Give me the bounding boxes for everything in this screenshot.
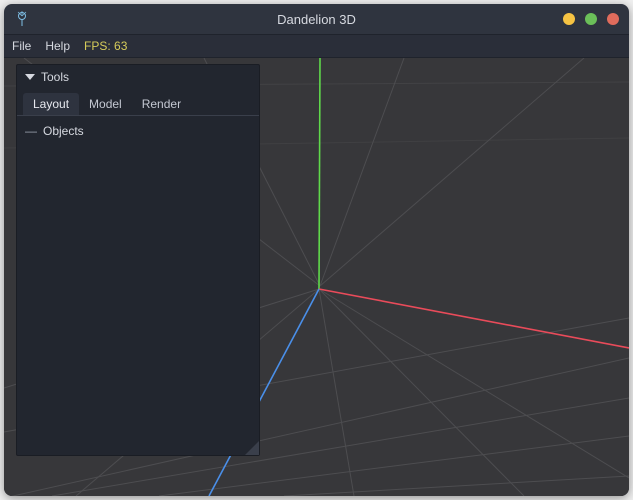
scene-tree: — Objects: [17, 116, 259, 146]
axis-y: [319, 58, 320, 289]
collapse-icon: [25, 74, 35, 80]
app-icon: [14, 11, 30, 27]
tree-node-label: Objects: [43, 124, 84, 138]
tab-layout[interactable]: Layout: [23, 93, 79, 115]
tools-panel: Tools Layout Model Render — Objects: [16, 64, 260, 456]
menu-file[interactable]: File: [12, 39, 31, 53]
fps-counter: FPS: 63: [84, 39, 127, 53]
close-button[interactable]: [607, 13, 619, 25]
window-controls: [563, 13, 619, 25]
app-window: Dandelion 3D File Help FPS: 63: [4, 4, 629, 496]
viewport[interactable]: Tools Layout Model Render — Objects: [4, 58, 629, 496]
menubar: File Help FPS: 63: [4, 34, 629, 58]
titlebar: Dandelion 3D: [4, 4, 629, 34]
tree-node-objects[interactable]: — Objects: [25, 122, 251, 140]
tools-panel-title: Tools: [41, 70, 69, 84]
maximize-button[interactable]: [585, 13, 597, 25]
tab-render[interactable]: Render: [132, 93, 191, 115]
axis-x: [319, 289, 629, 348]
tree-collapse-icon: —: [25, 124, 37, 138]
menu-help[interactable]: Help: [45, 39, 70, 53]
tools-panel-header[interactable]: Tools: [17, 65, 259, 89]
panel-tabs: Layout Model Render: [17, 89, 259, 116]
panel-resize-grip[interactable]: [245, 441, 259, 455]
tab-model[interactable]: Model: [79, 93, 132, 115]
window-title: Dandelion 3D: [4, 12, 629, 27]
minimize-button[interactable]: [563, 13, 575, 25]
